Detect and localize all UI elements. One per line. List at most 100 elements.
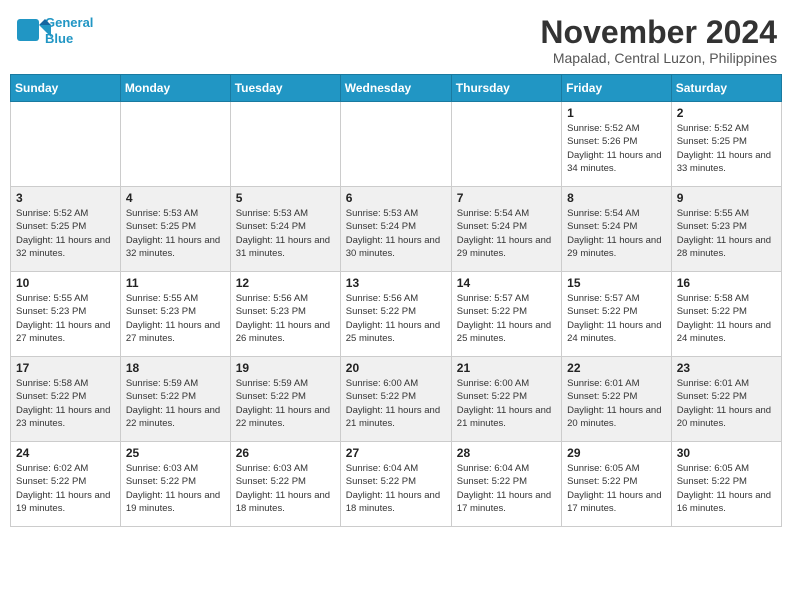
day-number: 23	[677, 361, 776, 375]
weekday-header: Tuesday	[230, 75, 340, 102]
calendar-cell: 3 Sunrise: 5:52 AMSunset: 5:25 PMDaylight…	[11, 187, 121, 272]
location: Mapalad, Central Luzon, Philippines	[540, 50, 777, 66]
calendar-cell: 1Sunrise: 5:52 AMSunset: 5:26 PMDaylight…	[562, 102, 672, 187]
day-number: 15	[567, 276, 666, 290]
day-number: 25	[126, 446, 225, 460]
calendar-cell: 19 Sunrise: 5:59 AMSunset: 5:22 PMDayligh…	[230, 357, 340, 442]
weekday-header: Monday	[120, 75, 230, 102]
calendar-cell: 4 Sunrise: 5:53 AMSunset: 5:25 PMDaylight…	[120, 187, 230, 272]
calendar-cell: 23 Sunrise: 6:01 AMSunset: 5:22 PMDayligh…	[671, 357, 781, 442]
calendar-cell	[451, 102, 561, 187]
weekday-header: Wednesday	[340, 75, 451, 102]
day-info: Sunrise: 5:55 AMSunset: 5:23 PMDaylight:…	[677, 207, 776, 260]
calendar-cell: 21 Sunrise: 6:00 AMSunset: 5:22 PMDayligh…	[451, 357, 561, 442]
day-number: 29	[567, 446, 666, 460]
day-info: Sunrise: 5:53 AMSunset: 5:25 PMDaylight:…	[126, 207, 225, 260]
day-number: 12	[236, 276, 335, 290]
day-number: 14	[457, 276, 556, 290]
calendar-cell: 7 Sunrise: 5:54 AMSunset: 5:24 PMDaylight…	[451, 187, 561, 272]
day-number: 10	[16, 276, 115, 290]
calendar-cell: 12Sunrise: 5:56 AMSunset: 5:23 PMDayligh…	[230, 272, 340, 357]
calendar-week-row: 24 Sunrise: 6:02 AMSunset: 5:22 PMDayligh…	[11, 442, 782, 527]
calendar-cell: 27 Sunrise: 6:04 AMSunset: 5:22 PMDayligh…	[340, 442, 451, 527]
calendar-cell: 14 Sunrise: 5:57 AMSunset: 5:22 PMDayligh…	[451, 272, 561, 357]
calendar-cell	[11, 102, 121, 187]
day-info: Sunrise: 6:05 AMSunset: 5:22 PMDaylight:…	[677, 462, 776, 515]
calendar-cell: 30 Sunrise: 6:05 AMSunset: 5:22 PMDayligh…	[671, 442, 781, 527]
day-info: Sunrise: 5:53 AMSunset: 5:24 PMDaylight:…	[346, 207, 446, 260]
day-number: 21	[457, 361, 556, 375]
day-number: 27	[346, 446, 446, 460]
day-number: 2	[677, 106, 776, 120]
day-info: Sunrise: 5:57 AMSunset: 5:22 PMDaylight:…	[457, 292, 556, 345]
calendar-week-row: 17 Sunrise: 5:58 AMSunset: 5:22 PMDayligh…	[11, 357, 782, 442]
calendar-cell	[120, 102, 230, 187]
day-info: Sunrise: 6:04 AMSunset: 5:22 PMDaylight:…	[346, 462, 446, 515]
calendar-header-row: SundayMondayTuesdayWednesdayThursdayFrid…	[11, 75, 782, 102]
day-number: 1	[567, 106, 666, 120]
day-info: Sunrise: 6:03 AMSunset: 5:22 PMDaylight:…	[126, 462, 225, 515]
day-info: Sunrise: 5:59 AMSunset: 5:22 PMDaylight:…	[236, 377, 335, 430]
day-info: Sunrise: 5:58 AMSunset: 5:22 PMDaylight:…	[16, 377, 115, 430]
calendar-cell: 10Sunrise: 5:55 AMSunset: 5:23 PMDayligh…	[11, 272, 121, 357]
day-info: Sunrise: 5:53 AMSunset: 5:24 PMDaylight:…	[236, 207, 335, 260]
calendar-cell: 8 Sunrise: 5:54 AMSunset: 5:24 PMDaylight…	[562, 187, 672, 272]
logo-icon	[15, 17, 43, 45]
day-number: 20	[346, 361, 446, 375]
weekday-header: Thursday	[451, 75, 561, 102]
day-info: Sunrise: 5:54 AMSunset: 5:24 PMDaylight:…	[457, 207, 556, 260]
day-number: 16	[677, 276, 776, 290]
day-info: Sunrise: 6:03 AMSunset: 5:22 PMDaylight:…	[236, 462, 335, 515]
day-info: Sunrise: 5:52 AMSunset: 5:25 PMDaylight:…	[16, 207, 115, 260]
day-number: 6	[346, 191, 446, 205]
calendar-cell: 17 Sunrise: 5:58 AMSunset: 5:22 PMDayligh…	[11, 357, 121, 442]
weekday-header: Sunday	[11, 75, 121, 102]
calendar-cell: 5 Sunrise: 5:53 AMSunset: 5:24 PMDaylight…	[230, 187, 340, 272]
day-number: 30	[677, 446, 776, 460]
day-info: Sunrise: 6:04 AMSunset: 5:22 PMDaylight:…	[457, 462, 556, 515]
logo: General Blue	[15, 15, 93, 46]
day-number: 7	[457, 191, 556, 205]
day-info: Sunrise: 5:59 AMSunset: 5:22 PMDaylight:…	[126, 377, 225, 430]
calendar-cell: 11Sunrise: 5:55 AMSunset: 5:23 PMDayligh…	[120, 272, 230, 357]
day-number: 17	[16, 361, 115, 375]
day-info: Sunrise: 6:01 AMSunset: 5:22 PMDaylight:…	[567, 377, 666, 430]
calendar-cell: 2Sunrise: 5:52 AMSunset: 5:25 PMDaylight…	[671, 102, 781, 187]
calendar-cell	[230, 102, 340, 187]
day-number: 28	[457, 446, 556, 460]
day-info: Sunrise: 5:54 AMSunset: 5:24 PMDaylight:…	[567, 207, 666, 260]
calendar-cell: 24 Sunrise: 6:02 AMSunset: 5:22 PMDayligh…	[11, 442, 121, 527]
day-number: 26	[236, 446, 335, 460]
calendar-cell: 9Sunrise: 5:55 AMSunset: 5:23 PMDaylight…	[671, 187, 781, 272]
calendar-cell	[340, 102, 451, 187]
day-info: Sunrise: 5:56 AMSunset: 5:22 PMDaylight:…	[346, 292, 446, 345]
weekday-header: Saturday	[671, 75, 781, 102]
day-info: Sunrise: 6:00 AMSunset: 5:22 PMDaylight:…	[457, 377, 556, 430]
title-section: November 2024 Mapalad, Central Luzon, Ph…	[540, 15, 777, 66]
day-info: Sunrise: 5:58 AMSunset: 5:22 PMDaylight:…	[677, 292, 776, 345]
day-number: 24	[16, 446, 115, 460]
calendar-cell: 26 Sunrise: 6:03 AMSunset: 5:22 PMDayligh…	[230, 442, 340, 527]
calendar-cell: 6 Sunrise: 5:53 AMSunset: 5:24 PMDaylight…	[340, 187, 451, 272]
day-number: 8	[567, 191, 666, 205]
calendar-cell: 25 Sunrise: 6:03 AMSunset: 5:22 PMDayligh…	[120, 442, 230, 527]
day-info: Sunrise: 6:05 AMSunset: 5:22 PMDaylight:…	[567, 462, 666, 515]
logo-text: General Blue	[45, 15, 93, 46]
day-number: 4	[126, 191, 225, 205]
day-number: 5	[236, 191, 335, 205]
day-info: Sunrise: 6:02 AMSunset: 5:22 PMDaylight:…	[16, 462, 115, 515]
calendar-cell: 13Sunrise: 5:56 AMSunset: 5:22 PMDayligh…	[340, 272, 451, 357]
day-number: 22	[567, 361, 666, 375]
calendar-cell: 15Sunrise: 5:57 AMSunset: 5:22 PMDayligh…	[562, 272, 672, 357]
day-info: Sunrise: 6:01 AMSunset: 5:22 PMDaylight:…	[677, 377, 776, 430]
day-info: Sunrise: 5:55 AMSunset: 5:23 PMDaylight:…	[126, 292, 225, 345]
day-info: Sunrise: 6:00 AMSunset: 5:22 PMDaylight:…	[346, 377, 446, 430]
day-number: 3	[16, 191, 115, 205]
day-number: 19	[236, 361, 335, 375]
calendar-week-row: 10 Sunrise: 5:55 AMSunset: 5:23 PMDayligh…	[11, 272, 782, 357]
calendar-cell: 29 Sunrise: 6:05 AMSunset: 5:22 PMDayligh…	[562, 442, 672, 527]
calendar-cell: 16 Sunrise: 5:58 AMSunset: 5:22 PMDayligh…	[671, 272, 781, 357]
calendar-cell: 18Sunrise: 5:59 AMSunset: 5:22 PMDayligh…	[120, 357, 230, 442]
month-title: November 2024	[540, 15, 777, 50]
calendar-cell: 28 Sunrise: 6:04 AMSunset: 5:22 PMDayligh…	[451, 442, 561, 527]
